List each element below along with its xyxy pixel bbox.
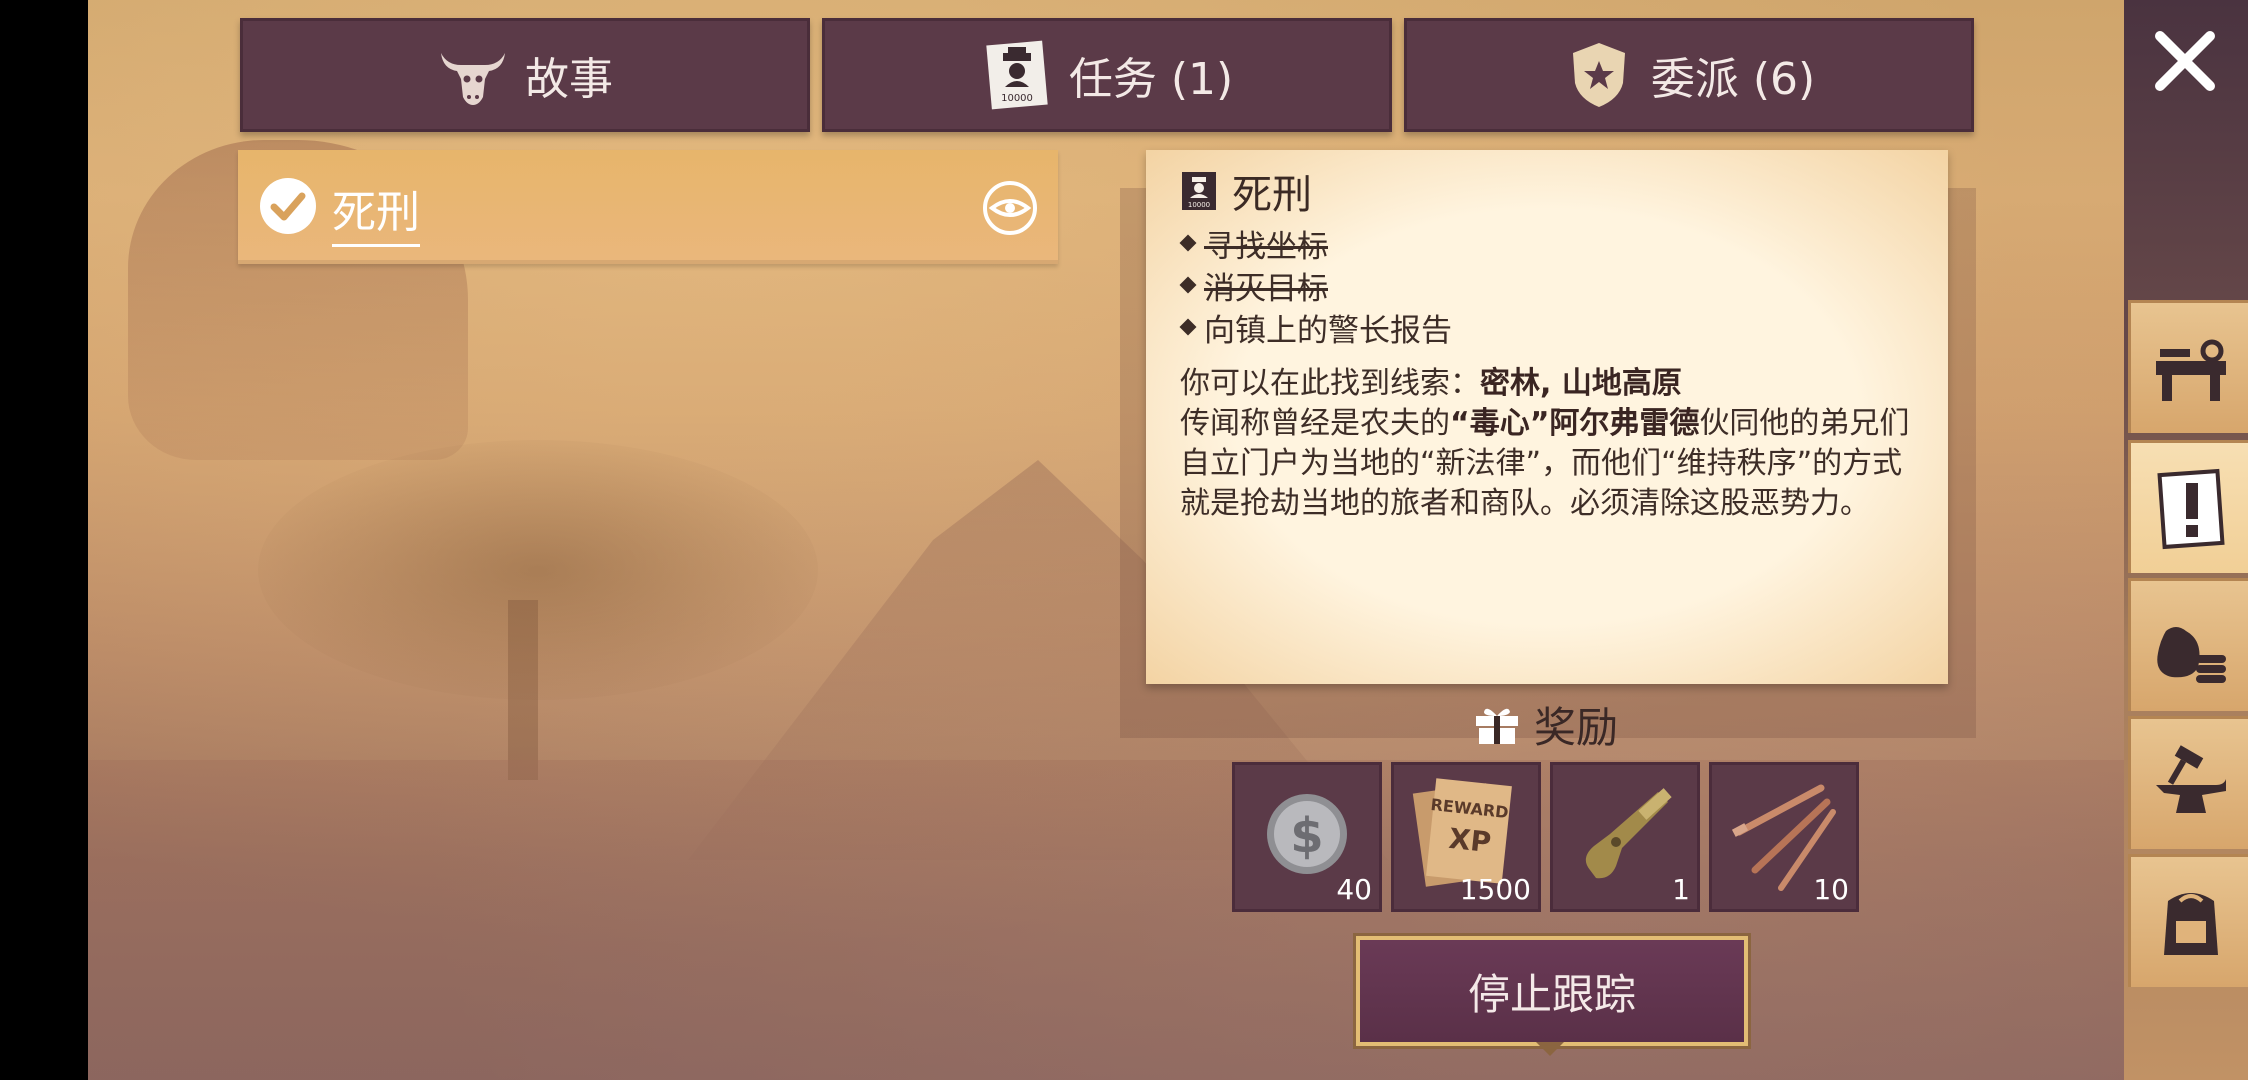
bullet-icon (1179, 318, 1197, 336)
svg-text:10000: 10000 (1188, 201, 1210, 209)
reward-count: 1500 (1459, 873, 1531, 906)
objective-text: 消灭目标 (1204, 270, 1328, 307)
story-prefix: 传闻称曾经是农夫的 (1180, 406, 1450, 441)
completed-check-icon (260, 178, 316, 234)
clue-locations: 密林, 山地高原 (1480, 366, 1682, 401)
svg-text:10000: 10000 (1001, 93, 1033, 104)
objective-text: 寻找坐标 (1204, 228, 1328, 265)
objective-text: 向镇上的警长报告 (1204, 312, 1452, 349)
sheriff-badge-icon (1572, 43, 1625, 107)
workbench-icon (2156, 339, 2226, 401)
quest-exclamation-icon (2157, 468, 2225, 550)
quest-list-title: 死刑 (332, 176, 420, 247)
clue-prefix: 你可以在此找到线索： (1180, 366, 1480, 401)
objective-item: 向镇上的警长报告 (1179, 306, 1452, 349)
objective-item: 寻找坐标 (1179, 222, 1452, 265)
wanted-poster-icon: 10000 (1182, 172, 1216, 210)
sidebar-crafting-button[interactable] (2128, 716, 2248, 849)
quest-detail-panel: 10000 死刑 寻找坐标 消灭目标 向镇上的警长报告 你可以在此找到线索：密林… (1146, 150, 1948, 684)
background-ground (88, 760, 2248, 1080)
bull-skull-icon (441, 53, 505, 105)
reward-count: 10 (1813, 873, 1849, 906)
sidebar-workbench-button[interactable] (2128, 300, 2248, 433)
quest-detail-title: 死刑 (1232, 172, 1312, 218)
wanted-poster-icon: 10000 (986, 40, 1048, 110)
sidebar-inventory-button[interactable] (2128, 854, 2248, 987)
reward-slot[interactable]: REWARD XP 1500 (1391, 762, 1541, 912)
rewards-title: 奖励 (1534, 703, 1619, 752)
tab-delegation-label: 委派 (6) (1650, 54, 1816, 105)
money-bags-icon (2157, 627, 2226, 683)
bullet-icon (1179, 276, 1197, 294)
reward-slot[interactable]: 10 (1709, 762, 1859, 912)
story-name: “毒心”阿尔弗雷德 (1450, 406, 1700, 441)
tab-story-label: 故事 (525, 54, 613, 105)
quest-list-item[interactable]: 死刑 (238, 150, 1058, 264)
reward-count: 1 (1672, 873, 1690, 906)
button-pointer (1536, 1042, 1564, 1056)
backpack-icon (2164, 893, 2218, 955)
svg-text:XP: XP (1447, 822, 1492, 859)
objective-list: 寻找坐标 消灭目标 向镇上的警长报告 (1179, 222, 1452, 349)
anvil-icon (2156, 745, 2226, 813)
reward-slot[interactable]: 1 (1550, 762, 1700, 912)
quest-description: 你可以在此找到线索：密林, 山地高原 传闻称曾经是农夫的“毒心”阿尔弗雷德伙同他… (1180, 364, 1910, 524)
eye-icon[interactable] (982, 180, 1038, 236)
background-tree (258, 440, 818, 700)
tab-story[interactable]: 故事 (240, 18, 810, 132)
svg-text:$: $ (1290, 808, 1323, 864)
close-icon[interactable] (2150, 26, 2220, 96)
sidebar-quests-button[interactable] (2128, 440, 2248, 573)
tab-missions-label: 任务 (1) (1068, 54, 1234, 105)
tab-delegation[interactable]: 委派 (6) (1404, 18, 1974, 132)
reward-slot[interactable]: $ 40 (1232, 762, 1382, 912)
objective-item: 消灭目标 (1179, 264, 1452, 307)
background-tree-trunk (508, 600, 538, 780)
rewards-heading: 奖励 (1474, 694, 1618, 755)
stop-tracking-button[interactable]: 停止跟踪 (1356, 936, 1748, 1046)
bullet-icon (1179, 234, 1197, 252)
sidebar-money-button[interactable] (2128, 578, 2248, 711)
gift-icon (1476, 708, 1518, 744)
tab-missions[interactable]: 10000 任务 (1) (822, 18, 1392, 132)
reward-count: 40 (1336, 873, 1372, 906)
